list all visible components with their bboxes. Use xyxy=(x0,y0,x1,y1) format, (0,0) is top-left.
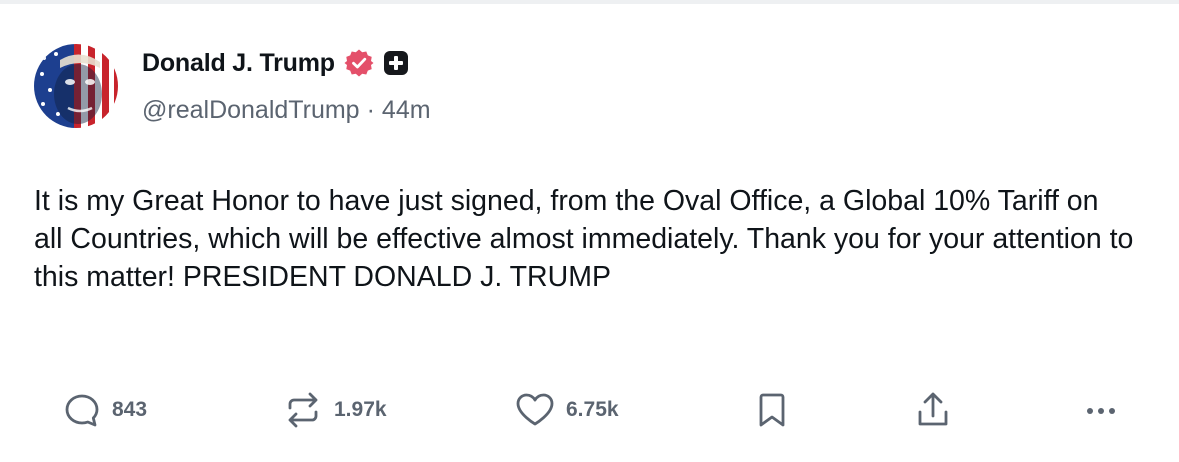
bookmark-icon xyxy=(759,393,785,427)
reply-icon xyxy=(65,394,99,427)
plus-badge-icon xyxy=(383,51,408,75)
verified-badge-icon xyxy=(344,49,374,77)
author-display-name[interactable]: Donald J. Trump xyxy=(142,49,335,78)
author-meta-row: @realDonaldTrump · 44m xyxy=(142,96,431,125)
avatar-image xyxy=(34,44,118,128)
post-timestamp[interactable]: 44m xyxy=(382,96,431,125)
post-actions-bar: 843 1.97k 6.75k xyxy=(0,388,1179,432)
meta-separator: · xyxy=(366,96,375,124)
retruth-count: 1.97k xyxy=(334,398,387,421)
share-icon xyxy=(918,392,948,426)
more-options-button[interactable] xyxy=(1082,388,1122,432)
post-card[interactable]: Donald J. Trump @realDonaldTrump · 44m I… xyxy=(0,4,1179,462)
retruth-button[interactable]: 1.97k xyxy=(282,388,387,432)
post-body-text: It is my Great Honor to have just signed… xyxy=(34,185,1134,293)
author-name-row: Donald J. Trump xyxy=(142,46,409,80)
bookmark-button[interactable] xyxy=(754,388,790,432)
like-button[interactable]: 6.75k xyxy=(514,388,619,432)
more-icon xyxy=(1087,408,1115,414)
like-count: 6.75k xyxy=(566,398,619,421)
share-button[interactable] xyxy=(912,388,954,432)
author-avatar[interactable] xyxy=(34,44,118,128)
author-handle[interactable]: @realDonaldTrump xyxy=(142,96,360,125)
reply-count: 843 xyxy=(112,398,148,421)
heart-icon xyxy=(516,393,554,426)
retruth-icon xyxy=(288,392,318,428)
reply-button[interactable]: 843 xyxy=(62,388,147,432)
